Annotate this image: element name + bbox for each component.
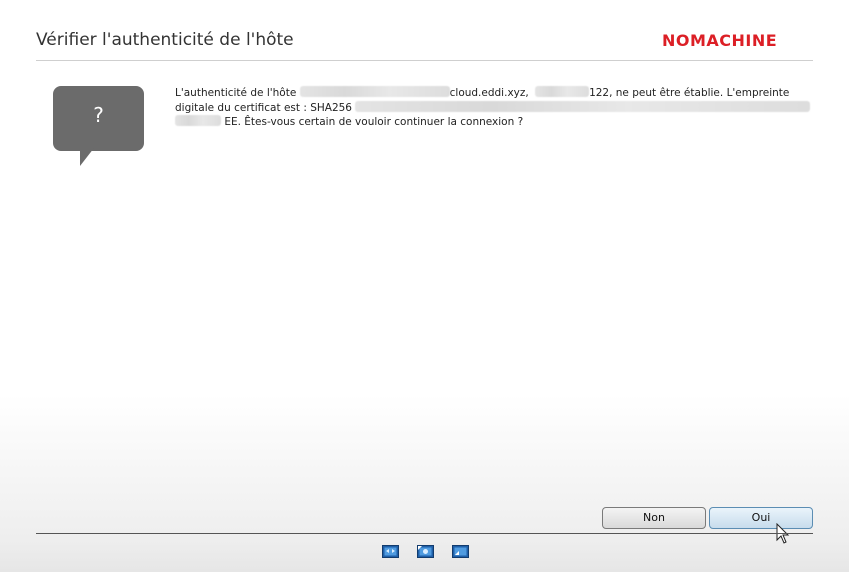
message-line3: EE. Êtes-vous certain de vouloir continu… xyxy=(224,116,524,128)
question-icon: ? xyxy=(53,86,144,166)
speech-bubble-tail xyxy=(80,148,94,166)
display-icon[interactable] xyxy=(382,545,399,558)
message-line1-prefix: L'authenticité de l'hôte xyxy=(175,87,300,99)
dialog-title: Vérifier l'authenticité de l'hôte xyxy=(36,30,294,50)
no-button[interactable]: Non xyxy=(602,507,706,529)
redacted-fingerprint-end xyxy=(175,115,221,126)
question-mark: ? xyxy=(93,103,104,127)
message-text: L'authenticité de l'hôte cloud.eddi.xyz,… xyxy=(175,86,815,130)
mouse-pointer-icon xyxy=(776,523,790,544)
message-host-suffix: cloud.eddi.xyz, xyxy=(449,87,529,99)
nomachine-logo: NOMACHINE xyxy=(662,31,778,50)
message-line2-prefix: digitale du certificat est : SHA256 xyxy=(175,101,352,114)
redacted-fingerprint xyxy=(355,100,811,112)
redacted-ip xyxy=(535,86,590,97)
window-icon[interactable] xyxy=(452,545,469,558)
redacted-hostname xyxy=(299,86,450,97)
header-divider xyxy=(36,60,813,61)
message-line1-rest: 122, ne peut être établie. L'empreinte xyxy=(589,87,790,99)
yes-button[interactable]: Oui xyxy=(709,507,813,529)
display-settings-icon[interactable] xyxy=(417,545,434,558)
footer-divider xyxy=(36,533,813,534)
